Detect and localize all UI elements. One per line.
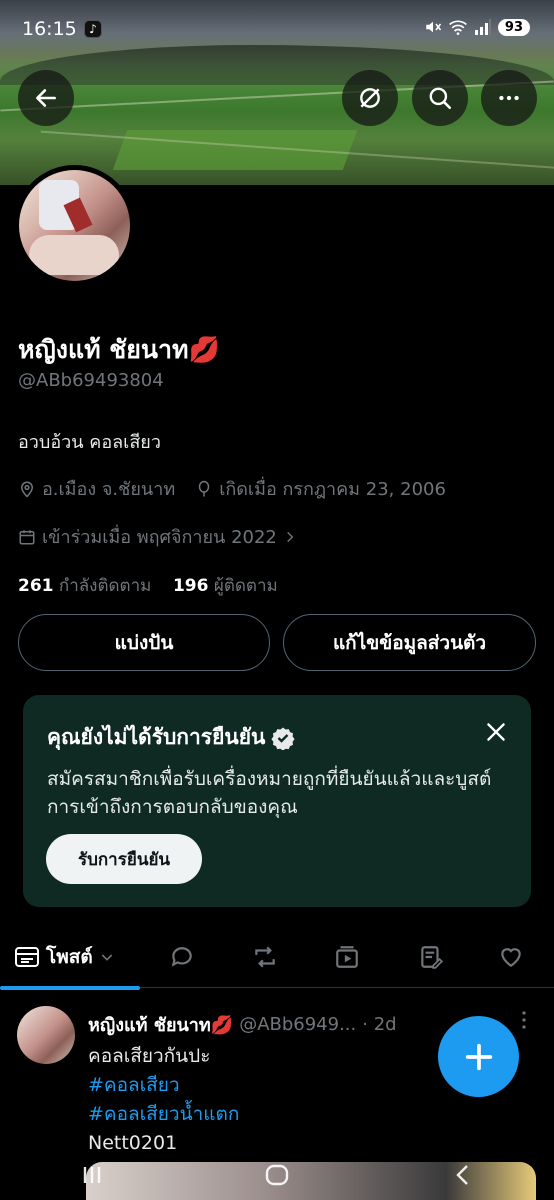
profile-tabs: โพสต์ bbox=[0, 928, 554, 990]
post-author-name[interactable]: หญิงแท้ ชัยนาท💋 bbox=[88, 1010, 233, 1039]
location-text: อ.เมือง จ.ชัยนาท bbox=[42, 479, 176, 500]
status-time: 16:15 bbox=[22, 18, 77, 40]
plus-icon bbox=[465, 1043, 492, 1070]
search-icon bbox=[429, 87, 452, 110]
birthday-text: เกิดเมื่อ กรกฎาคม 23, 2006 bbox=[219, 479, 446, 500]
followers-link[interactable]: 196 ผู้ติดตาม bbox=[173, 576, 278, 596]
status-bar: 16:15 ♪ 93 bbox=[0, 14, 554, 46]
home-icon[interactable] bbox=[262, 1163, 292, 1187]
hashtag-link[interactable]: #คอลเสียว bbox=[88, 1071, 239, 1100]
arrow-left-icon bbox=[36, 89, 56, 107]
profile-avatar[interactable] bbox=[14, 165, 135, 286]
wifi-icon bbox=[449, 20, 467, 35]
verification-title-text: คุณยังไม่ได้รับการยืนยัน bbox=[47, 725, 266, 749]
share-button[interactable]: แบ่งปัน bbox=[18, 614, 270, 671]
avatar-image bbox=[19, 170, 130, 281]
system-icons: 93 bbox=[424, 18, 530, 36]
display-name: หญิงแท้ ชัยนาท💋 bbox=[18, 335, 220, 364]
posts-icon bbox=[15, 947, 39, 967]
verified-badge-icon bbox=[271, 727, 296, 750]
post-line: คอลเสียวกันปะ bbox=[88, 1045, 211, 1067]
more-button[interactable] bbox=[481, 70, 537, 126]
close-icon bbox=[487, 723, 505, 741]
more-vertical-icon bbox=[522, 1011, 526, 1029]
tab-replies[interactable] bbox=[169, 942, 195, 972]
back-nav-icon[interactable] bbox=[447, 1163, 477, 1187]
joined-row[interactable]: เข้าร่วมเมื่อ พฤศจิกายน 2022 bbox=[18, 522, 297, 551]
post-text: คอลเสียวกันปะ #คอลเสียว #คอลเสียวน้ำแตก … bbox=[88, 1042, 239, 1158]
signal-icon bbox=[474, 19, 491, 35]
tab-posts-label: โพสต์ bbox=[46, 946, 93, 968]
mute-icon bbox=[426, 21, 442, 33]
location-icon bbox=[20, 481, 34, 498]
tab-articles[interactable] bbox=[418, 942, 444, 972]
system-nav-bar bbox=[0, 1150, 554, 1200]
tab-reposts[interactable] bbox=[251, 942, 279, 972]
followers-label: ผู้ติดตาม bbox=[213, 576, 278, 596]
balloon-icon bbox=[198, 480, 210, 496]
post-header: หญิงแท้ ชัยนาท💋 @ABb6949... · 2d bbox=[88, 1010, 397, 1039]
tab-media[interactable] bbox=[334, 942, 360, 972]
following-label: กำลังติดตาม bbox=[58, 576, 152, 596]
grok-button[interactable] bbox=[342, 70, 398, 126]
post-avatar[interactable] bbox=[17, 1006, 75, 1064]
post-time: · 2d bbox=[362, 1014, 397, 1035]
grok-icon bbox=[360, 88, 380, 108]
verification-title: คุณยังไม่ได้รับการยืนยัน bbox=[47, 721, 296, 754]
verification-description: สมัครสมาชิกเพื่อรับเครื่องหมายถูกที่ยืนย… bbox=[47, 768, 492, 818]
tiktok-icon: ♪ bbox=[84, 20, 102, 38]
user-handle: @ABb69493804 bbox=[18, 370, 164, 391]
likes-icon bbox=[501, 948, 521, 967]
post-author-handle: @ABb6949... bbox=[239, 1014, 357, 1035]
edit-profile-button[interactable]: แก้ไขข้อมูลส่วนตัว bbox=[283, 614, 536, 671]
recent-apps-icon[interactable] bbox=[77, 1163, 107, 1187]
follow-stats: 261 กำลังติดตาม 196 ผู้ติดตาม bbox=[18, 572, 278, 599]
verification-card: คุณยังไม่ได้รับการยืนยัน สมัครสมาชิกเพื่… bbox=[23, 695, 531, 907]
joined-text: เข้าร่วมเมื่อ พฤศจิกายน 2022 bbox=[42, 527, 277, 548]
followers-count: 196 bbox=[172, 576, 209, 596]
tab-posts[interactable]: โพสต์ bbox=[14, 942, 115, 972]
get-verified-button[interactable]: รับการยืนยัน bbox=[46, 834, 202, 884]
compose-button[interactable] bbox=[438, 1016, 519, 1097]
following-link[interactable]: 261 กำลังติดตาม bbox=[18, 576, 151, 596]
post-more-button[interactable] bbox=[516, 1010, 532, 1035]
battery-icon: 93 bbox=[497, 18, 530, 36]
chevron-right-icon bbox=[287, 531, 294, 542]
calendar-icon bbox=[19, 529, 35, 544]
profile-meta-row: อ.เมือง จ.ชัยนาท เกิดเมื่อ กรกฎาคม 23, 2… bbox=[18, 474, 446, 503]
profile-bio: อวบอ้วน คอลเสียว bbox=[18, 432, 161, 453]
articles-icon bbox=[421, 946, 444, 969]
chevron-down-icon bbox=[101, 954, 112, 961]
following-count: 261 bbox=[18, 576, 54, 596]
more-horizontal-icon bbox=[499, 95, 519, 101]
media-icon bbox=[336, 946, 358, 968]
close-button[interactable] bbox=[483, 719, 509, 745]
back-button[interactable] bbox=[18, 70, 74, 126]
hashtag-link[interactable]: #คอลเสียวน้ำแตก bbox=[88, 1100, 239, 1129]
reposts-icon bbox=[255, 946, 275, 968]
tab-likes[interactable] bbox=[498, 942, 524, 972]
replies-icon bbox=[171, 947, 192, 967]
search-button[interactable] bbox=[412, 70, 468, 126]
